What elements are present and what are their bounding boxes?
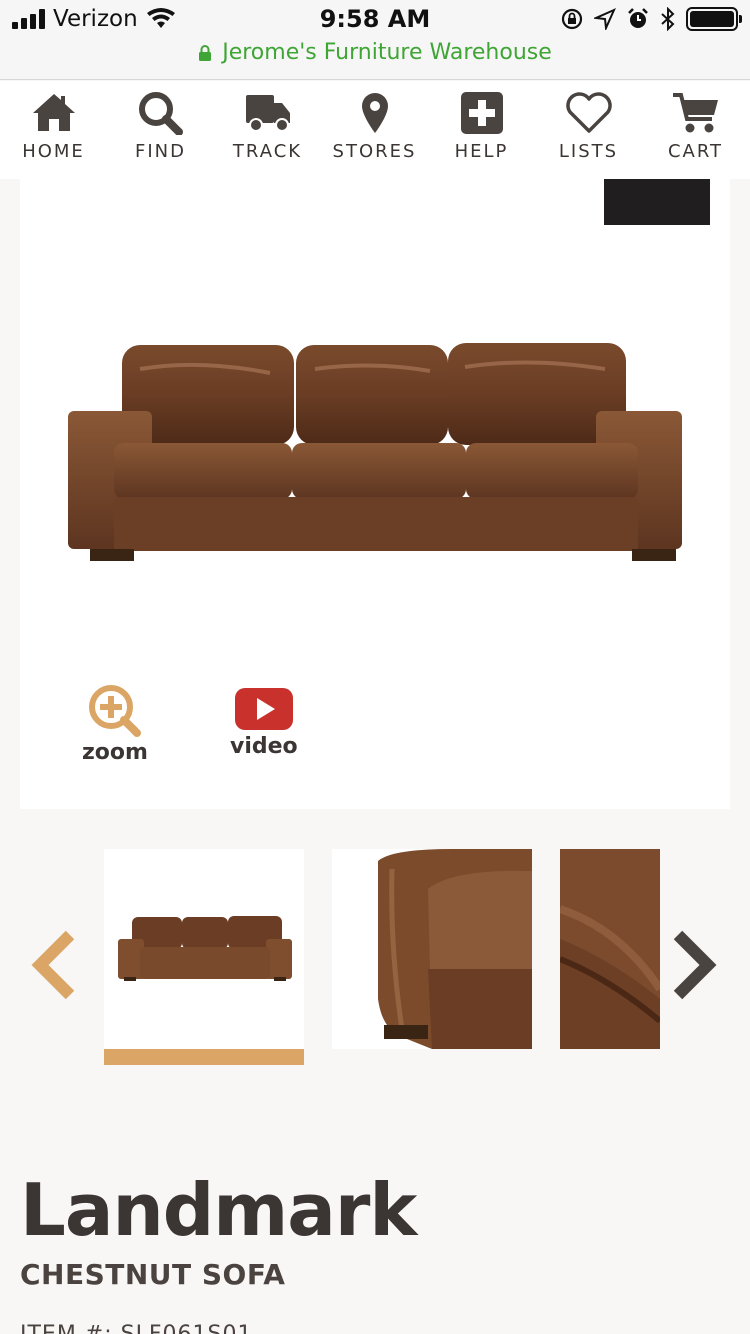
product-image-card: zoom video [20, 179, 730, 809]
product-subtitle: CHESTNUT SOFA [20, 1258, 286, 1291]
cart-icon [672, 93, 718, 133]
zoom-label: zoom [82, 740, 148, 765]
battery-icon [686, 7, 742, 31]
nav-lists[interactable]: LISTS [535, 81, 642, 179]
home-icon [32, 94, 75, 131]
product-title: Landmark [20, 1168, 417, 1252]
lock-icon [199, 44, 212, 61]
location-arrow-icon [594, 8, 616, 30]
nav-find[interactable]: FIND [107, 81, 214, 179]
sofa-front-image [118, 916, 292, 981]
item-number: ITEM #: SLF061S01 [20, 1322, 252, 1334]
nav-label: LISTS [558, 141, 619, 162]
nav-track[interactable]: TRACK [214, 81, 321, 179]
nav-cart[interactable]: CART [642, 81, 749, 179]
product-badge [604, 179, 710, 225]
nav-label: FIND [135, 141, 186, 162]
chevron-right-icon[interactable] [670, 929, 720, 1001]
nav-label: STORES [332, 141, 417, 162]
alarm-icon [628, 8, 648, 28]
nav-label: HELP [454, 141, 509, 162]
nav-label: TRACK [232, 141, 303, 162]
nav-label: CART [667, 141, 724, 162]
url-bar[interactable]: Jerome's Furniture Warehouse [0, 40, 750, 65]
thumbnail-3[interactable] [560, 849, 660, 1049]
main-nav: HOME FIND TRACK STORES HELP LISTS CART [0, 81, 750, 179]
truck-icon [245, 95, 290, 132]
active-thumbnail-indicator [104, 1049, 304, 1065]
status-icons [560, 7, 742, 31]
nav-stores[interactable]: STORES [321, 81, 428, 179]
thumbnail-carousel [0, 849, 750, 1069]
status-bar: Verizon 9:58 AM Jerome's Furniture Wareh… [0, 0, 750, 80]
search-icon [138, 92, 183, 135]
rotation-lock-icon [561, 8, 583, 30]
zoom-button[interactable]: zoom [82, 684, 148, 765]
site-title: Jerome's Furniture Warehouse [222, 40, 552, 65]
leather-closeup-image [560, 849, 660, 1049]
nav-home[interactable]: HOME [0, 81, 107, 179]
heart-icon [565, 92, 612, 133]
nav-help[interactable]: HELP [428, 81, 535, 179]
nav-label: HOME [22, 141, 85, 162]
bluetooth-icon [661, 7, 675, 31]
thumbnail-2[interactable] [332, 849, 532, 1049]
sofa-arm-closeup-image [332, 849, 532, 1049]
video-label: video [230, 734, 298, 759]
plus-box-icon [460, 92, 503, 134]
video-button[interactable]: video [230, 684, 298, 759]
chevron-left-icon[interactable] [28, 929, 78, 1001]
play-video-icon [234, 688, 293, 730]
sofa-image[interactable] [60, 339, 690, 569]
zoom-in-icon [88, 685, 141, 737]
location-pin-icon [361, 93, 388, 133]
thumbnail-1[interactable] [104, 849, 304, 1049]
